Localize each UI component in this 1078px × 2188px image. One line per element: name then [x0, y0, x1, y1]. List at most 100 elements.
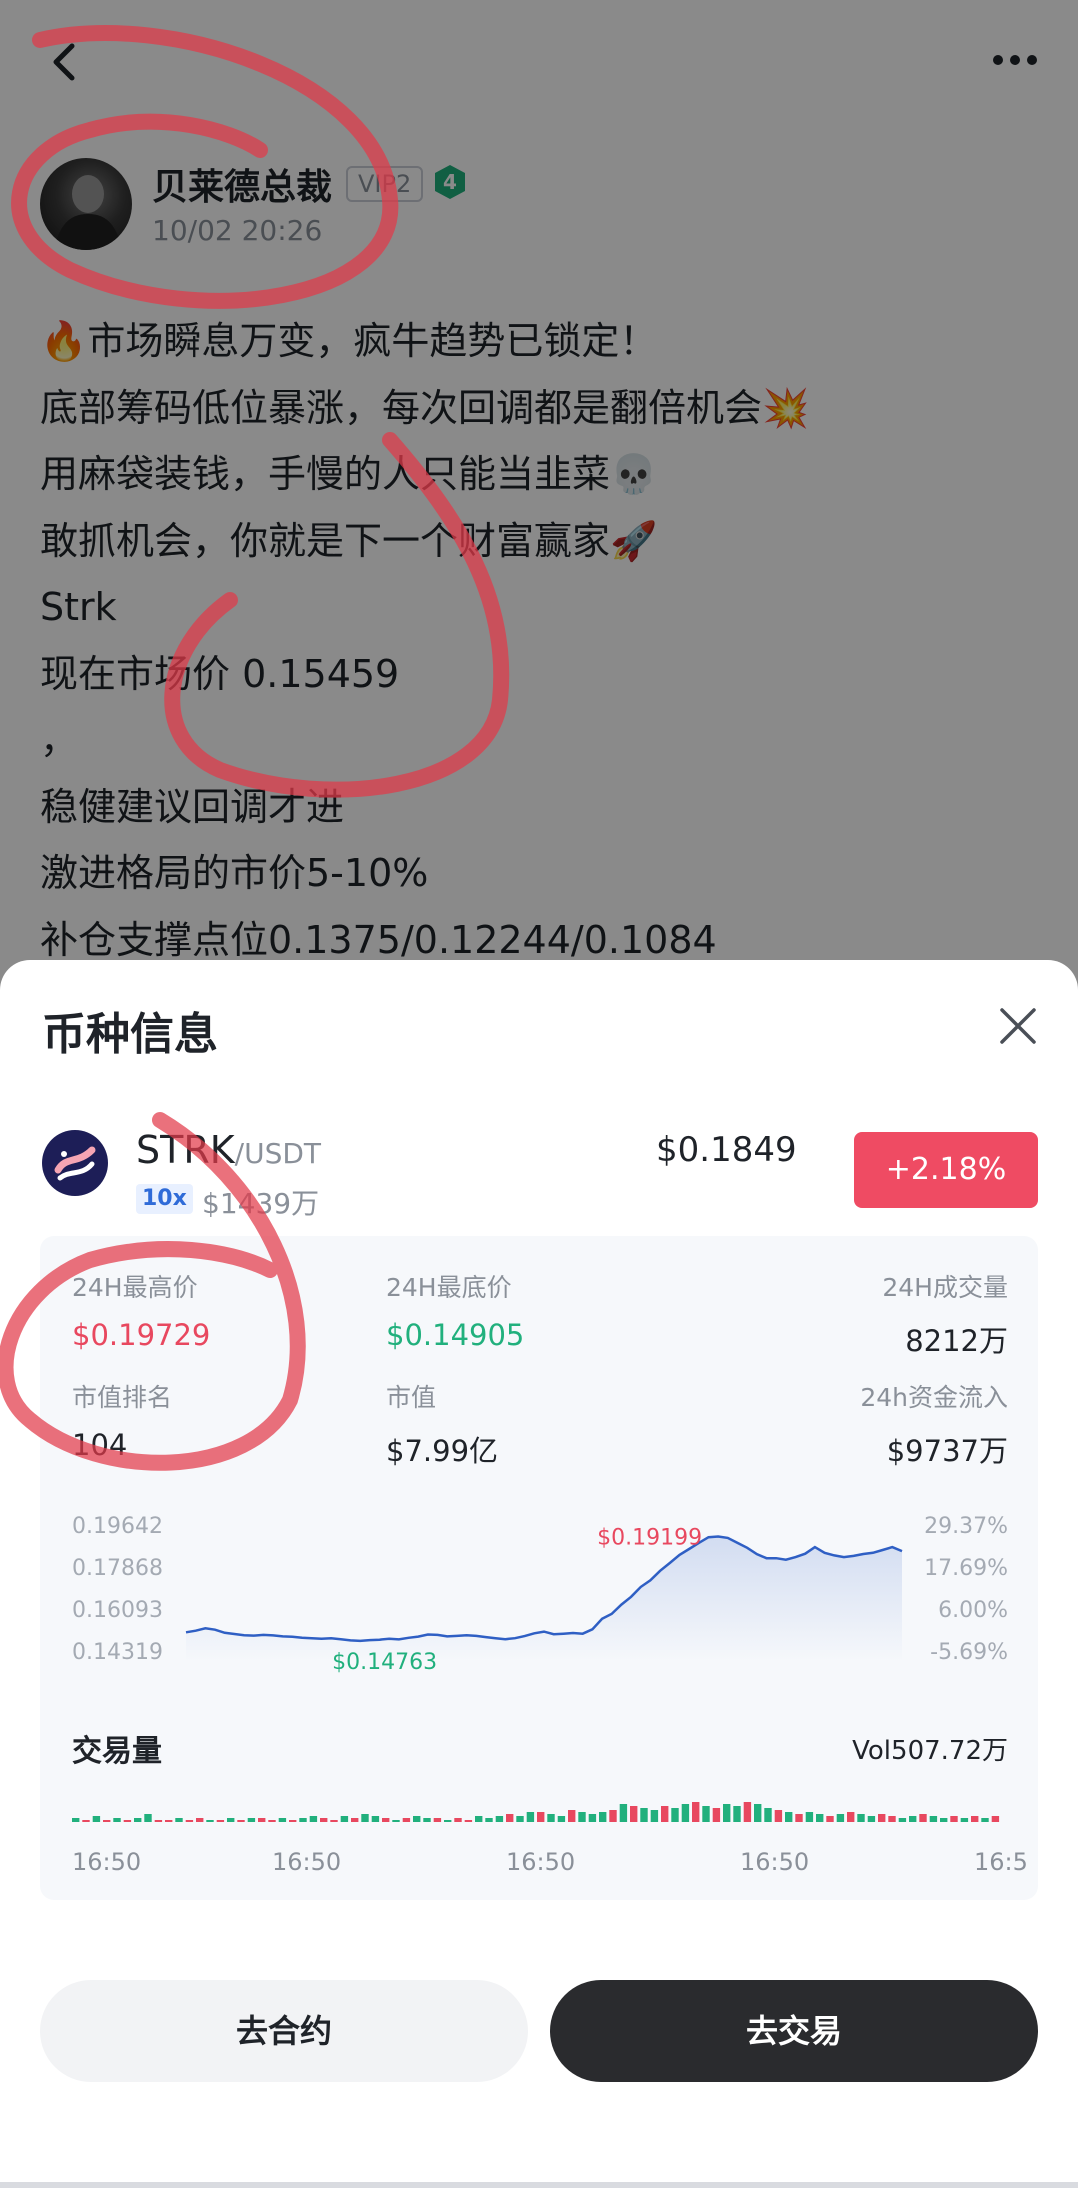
x-tick-label: 16:5	[974, 1848, 1028, 1876]
volume-bar	[785, 1812, 793, 1822]
volume-bar	[320, 1818, 328, 1822]
starknet-logo-icon	[42, 1130, 108, 1196]
volume-bar	[92, 1816, 101, 1822]
volume-bar	[392, 1820, 400, 1822]
volume-bar	[144, 1814, 152, 1822]
volume-bar	[805, 1812, 814, 1822]
volume-bar	[950, 1816, 958, 1822]
coin-symbol[interactable]: STRK/USDT	[136, 1128, 321, 1172]
volume-bar	[175, 1818, 183, 1822]
volume-bar	[919, 1814, 927, 1822]
volume-bar	[340, 1816, 349, 1822]
volume-bar	[971, 1816, 979, 1822]
volume-bar	[671, 1808, 679, 1822]
volume-bar	[774, 1810, 783, 1822]
volume-bar	[743, 1802, 752, 1822]
volume-bar	[692, 1802, 700, 1822]
volume-bar	[816, 1814, 824, 1822]
volume-bar	[826, 1816, 834, 1822]
volume-bar	[981, 1818, 989, 1822]
volume-bar	[134, 1818, 142, 1822]
volume-bar	[836, 1814, 845, 1822]
market-cap-short: $1439万	[202, 1187, 320, 1220]
volume-bar	[650, 1810, 659, 1822]
volume-bar	[464, 1820, 473, 1822]
price-chart[interactable]: $0.19199 $0.14763	[40, 1236, 1038, 1900]
volume-bar	[299, 1818, 307, 1822]
volume-bar	[113, 1818, 121, 1822]
volume-bar	[289, 1820, 297, 1822]
close-icon[interactable]	[996, 1004, 1040, 1048]
x-tick-label: 16:50	[72, 1848, 142, 1876]
volume-bar	[444, 1820, 452, 1822]
volume-bar	[991, 1816, 1000, 1822]
volume-bar	[557, 1816, 566, 1822]
volume-bar	[754, 1804, 762, 1822]
volume-bar	[154, 1820, 163, 1822]
change-badge: +2.18%	[854, 1132, 1038, 1208]
volume-bar	[82, 1820, 90, 1822]
volume-value: Vol507.72万	[852, 1736, 1008, 1766]
min-price-label: $0.14763	[332, 1650, 437, 1675]
volume-bar	[702, 1806, 710, 1822]
coin-info-sheet: 币种信息 STRK/USDT 10x $1439万 $0.1849 +2.18%…	[0, 960, 1078, 2188]
volume-bar	[72, 1818, 80, 1822]
volume-bar	[402, 1818, 411, 1822]
go-trade-button[interactable]: 去交易	[550, 1980, 1038, 2082]
pair-text: /USDT	[234, 1137, 322, 1170]
leverage-badge: 10x	[136, 1184, 193, 1214]
volume-bar	[578, 1812, 586, 1822]
volume-bar	[454, 1818, 462, 1822]
volume-bar	[227, 1818, 235, 1822]
volume-bar	[537, 1812, 545, 1822]
volume-bar	[206, 1820, 214, 1822]
volume-bar	[940, 1818, 948, 1822]
volume-bar	[733, 1806, 741, 1822]
x-tick-label: 16:50	[740, 1848, 810, 1876]
home-indicator	[0, 2182, 1078, 2188]
volume-title: 交易量	[72, 1734, 162, 1769]
x-tick-label: 16:50	[506, 1848, 576, 1876]
volume-bar	[278, 1818, 287, 1822]
volume-bar	[433, 1818, 442, 1822]
volume-bar	[485, 1818, 493, 1822]
volume-bar	[909, 1816, 917, 1822]
coin-price: $0.1849	[656, 1130, 797, 1170]
volume-bar	[247, 1818, 256, 1822]
volume-bar	[475, 1816, 483, 1822]
volume-bar	[371, 1816, 380, 1822]
volume-bar	[547, 1814, 555, 1822]
volume-bar	[423, 1818, 431, 1822]
go-contract-button[interactable]: 去合约	[40, 1980, 528, 2082]
volume-bar	[929, 1816, 938, 1822]
volume-bar	[898, 1818, 907, 1822]
volume-bar	[516, 1816, 524, 1822]
volume-bar	[103, 1820, 111, 1822]
volume-bar	[640, 1808, 648, 1822]
max-price-label: $0.19199	[597, 1525, 702, 1550]
volume-bar	[619, 1804, 628, 1822]
volume-bar	[382, 1818, 390, 1822]
volume-bar	[258, 1818, 266, 1822]
x-tick-label: 16:50	[272, 1848, 342, 1876]
volume-bar	[506, 1814, 514, 1822]
volume-bar	[960, 1818, 969, 1822]
volume-bar	[630, 1806, 638, 1822]
volume-bar	[526, 1812, 535, 1822]
volume-bar	[764, 1808, 772, 1822]
volume-bar	[723, 1804, 731, 1822]
volume-bar	[795, 1814, 803, 1822]
stats-panel: 24H最高价 $0.19729 24H最底价 $0.14905 24H成交量 8…	[40, 1236, 1038, 1900]
volume-bar	[351, 1818, 359, 1822]
volume-bar	[185, 1820, 194, 1822]
volume-bar	[588, 1814, 597, 1822]
price-area	[186, 1536, 902, 1662]
volume-bar	[878, 1814, 886, 1822]
volume-bar	[661, 1806, 669, 1822]
volume-bar	[237, 1820, 245, 1822]
sheet-title: 币种信息	[42, 1009, 218, 1060]
volume-bar	[599, 1812, 607, 1822]
volume-bar	[681, 1804, 690, 1822]
volume-bar	[568, 1810, 576, 1822]
volume-bar	[609, 1810, 617, 1822]
